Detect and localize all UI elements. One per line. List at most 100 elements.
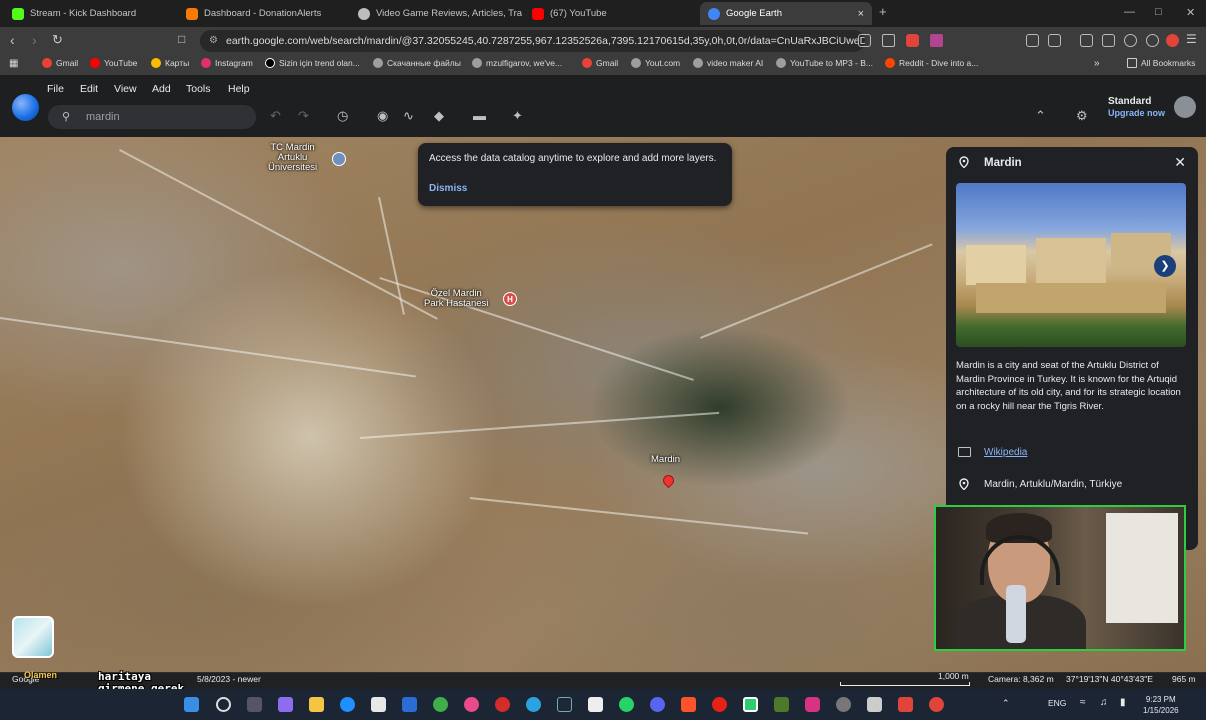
- sidebar-icon[interactable]: [1080, 34, 1093, 47]
- vpn-icon[interactable]: [1146, 34, 1159, 47]
- bookmark-item[interactable]: Sizin için trend olan...: [265, 58, 360, 68]
- app-icon[interactable]: [929, 697, 944, 712]
- bookmark-item[interactable]: Reddit - Dive into a...: [885, 58, 978, 68]
- active-app-icon[interactable]: [743, 697, 758, 712]
- bookmark-item[interactable]: mzulfigarov, we've...: [472, 58, 562, 68]
- extension-icon[interactable]: [1124, 34, 1137, 47]
- forward-icon[interactable]: ›: [32, 32, 37, 48]
- share-icon[interactable]: [882, 34, 895, 47]
- task-view-icon[interactable]: [247, 697, 262, 712]
- language-indicator[interactable]: ENG: [1048, 698, 1066, 708]
- profile-icon[interactable]: [1166, 34, 1179, 47]
- upgrade-link[interactable]: Upgrade now: [1108, 108, 1165, 118]
- chevron-right-icon[interactable]: ❯: [1154, 255, 1176, 277]
- bookmark-item[interactable]: video maker AI: [693, 58, 763, 68]
- app-icon[interactable]: [836, 697, 851, 712]
- feature-icon[interactable]: ✦: [512, 108, 523, 124]
- close-icon[interactable]: ✕: [1174, 154, 1186, 171]
- redo-icon[interactable]: ↷: [298, 108, 309, 124]
- wikipedia-link[interactable]: Wikipedia: [984, 447, 1027, 458]
- telegram-icon[interactable]: [526, 697, 541, 712]
- youtube-icon[interactable]: [712, 697, 727, 712]
- settings-gear-icon[interactable]: ⚙: [1076, 108, 1088, 124]
- minecraft-icon[interactable]: [774, 697, 789, 712]
- whatsapp-icon[interactable]: [619, 697, 634, 712]
- tab-donationalerts[interactable]: Dashboard - DonationAlerts: [178, 2, 348, 25]
- app-icon[interactable]: [867, 697, 882, 712]
- add-path-icon[interactable]: ∿: [403, 108, 414, 124]
- location-pin-icon[interactable]: [660, 472, 677, 489]
- system-clock[interactable]: 9:23 PM 1/15/2026: [1143, 694, 1179, 716]
- app-icon[interactable]: [464, 697, 479, 712]
- add-placemark-icon[interactable]: ◉: [377, 108, 388, 124]
- tab-youtube[interactable]: (67) YouTube: [524, 2, 696, 25]
- bookmark-item[interactable]: Gmail: [42, 58, 78, 68]
- dismiss-button[interactable]: Dismiss: [429, 183, 467, 194]
- volume-icon[interactable]: ♫: [1100, 697, 1108, 708]
- reload-icon[interactable]: ↻: [52, 32, 63, 48]
- new-tab-button[interactable]: +: [879, 4, 887, 19]
- menu-icon[interactable]: ☰: [1186, 32, 1197, 46]
- menu-add[interactable]: Add: [152, 83, 171, 95]
- university-icon[interactable]: [332, 152, 346, 166]
- bookmark-item[interactable]: Скачанные файлы: [373, 58, 461, 68]
- bookmark-item[interactable]: YouTube to MP3 - B...: [776, 58, 873, 68]
- edge-icon[interactable]: [340, 697, 355, 712]
- map-label-city[interactable]: Mardin: [651, 455, 680, 465]
- more-bookmarks-icon[interactable]: »: [1094, 58, 1100, 69]
- minimize-icon[interactable]: —: [1124, 6, 1135, 18]
- discord-icon[interactable]: [650, 697, 665, 712]
- back-icon[interactable]: ‹: [10, 32, 15, 48]
- search-icon[interactable]: [216, 697, 231, 712]
- bookmark-icon[interactable]: □: [178, 32, 185, 46]
- search-input[interactable]: ⚲ mardin: [48, 105, 256, 129]
- extension-icon[interactable]: [1048, 34, 1061, 47]
- map-label-hospital[interactable]: Özel Mardin Park Hastanesi: [424, 289, 488, 309]
- close-tab-icon[interactable]: ×: [858, 8, 864, 20]
- app-icon[interactable]: [898, 697, 913, 712]
- tray-chevron-icon[interactable]: ⌃: [1002, 698, 1010, 709]
- store-icon[interactable]: [371, 697, 386, 712]
- tab-video-game-reviews[interactable]: Video Game Reviews, Articles, Trailers: [350, 2, 522, 25]
- brave-rewards-icon[interactable]: [930, 34, 943, 47]
- menu-edit[interactable]: Edit: [80, 83, 98, 95]
- battery-icon[interactable]: ▮: [1120, 697, 1126, 708]
- brave-shield-icon[interactable]: [906, 34, 919, 47]
- wallet-icon[interactable]: [1102, 34, 1115, 47]
- file-explorer-icon[interactable]: [309, 697, 324, 712]
- site-info-icon[interactable]: ⚙: [209, 30, 218, 52]
- bookmark-item[interactable]: Gmail: [582, 58, 618, 68]
- all-bookmarks-folder[interactable]: All Bookmarks: [1127, 58, 1195, 68]
- steam-icon[interactable]: [557, 697, 572, 712]
- bookmark-item[interactable]: Instagram: [201, 58, 253, 68]
- place-photo[interactable]: ❯: [956, 183, 1186, 347]
- windows-start-icon[interactable]: [184, 697, 199, 712]
- apps-icon[interactable]: ▦: [9, 58, 18, 69]
- tab-kick-dashboard[interactable]: Stream - Kick Dashboard: [4, 2, 176, 25]
- menu-tools[interactable]: Tools: [186, 83, 211, 95]
- bookmark-item[interactable]: Yout.com: [631, 58, 680, 68]
- menu-file[interactable]: File: [47, 83, 64, 95]
- layers-icon[interactable]: ◆: [434, 108, 444, 124]
- opera-icon[interactable]: [495, 697, 510, 712]
- collapse-icon[interactable]: ⌃: [1035, 108, 1046, 124]
- xbox-icon[interactable]: [433, 697, 448, 712]
- history-icon[interactable]: ◷: [337, 108, 348, 124]
- menu-help[interactable]: Help: [228, 83, 250, 95]
- extension-icon[interactable]: [1026, 34, 1039, 47]
- avatar[interactable]: [1174, 96, 1196, 118]
- hospital-icon[interactable]: H: [503, 292, 517, 306]
- map-label-university[interactable]: TC Mardin Artuklu Üniversitesi: [268, 143, 317, 173]
- menu-view[interactable]: View: [114, 83, 137, 95]
- google-earth-logo[interactable]: [12, 94, 39, 121]
- close-window-icon[interactable]: ✕: [1186, 6, 1195, 19]
- tiktok-icon[interactable]: [588, 697, 603, 712]
- bookmark-item[interactable]: YouTube: [90, 58, 137, 68]
- app-icon[interactable]: [402, 697, 417, 712]
- copilot-icon[interactable]: [278, 697, 293, 712]
- tab-google-earth[interactable]: Google Earth ×: [700, 2, 872, 25]
- address-bar[interactable]: ⚙ earth.google.com/web/search/mardin/@37…: [200, 30, 865, 52]
- cast-icon[interactable]: [858, 34, 871, 47]
- undo-icon[interactable]: ↶: [270, 108, 281, 124]
- maximize-icon[interactable]: □: [1155, 6, 1162, 18]
